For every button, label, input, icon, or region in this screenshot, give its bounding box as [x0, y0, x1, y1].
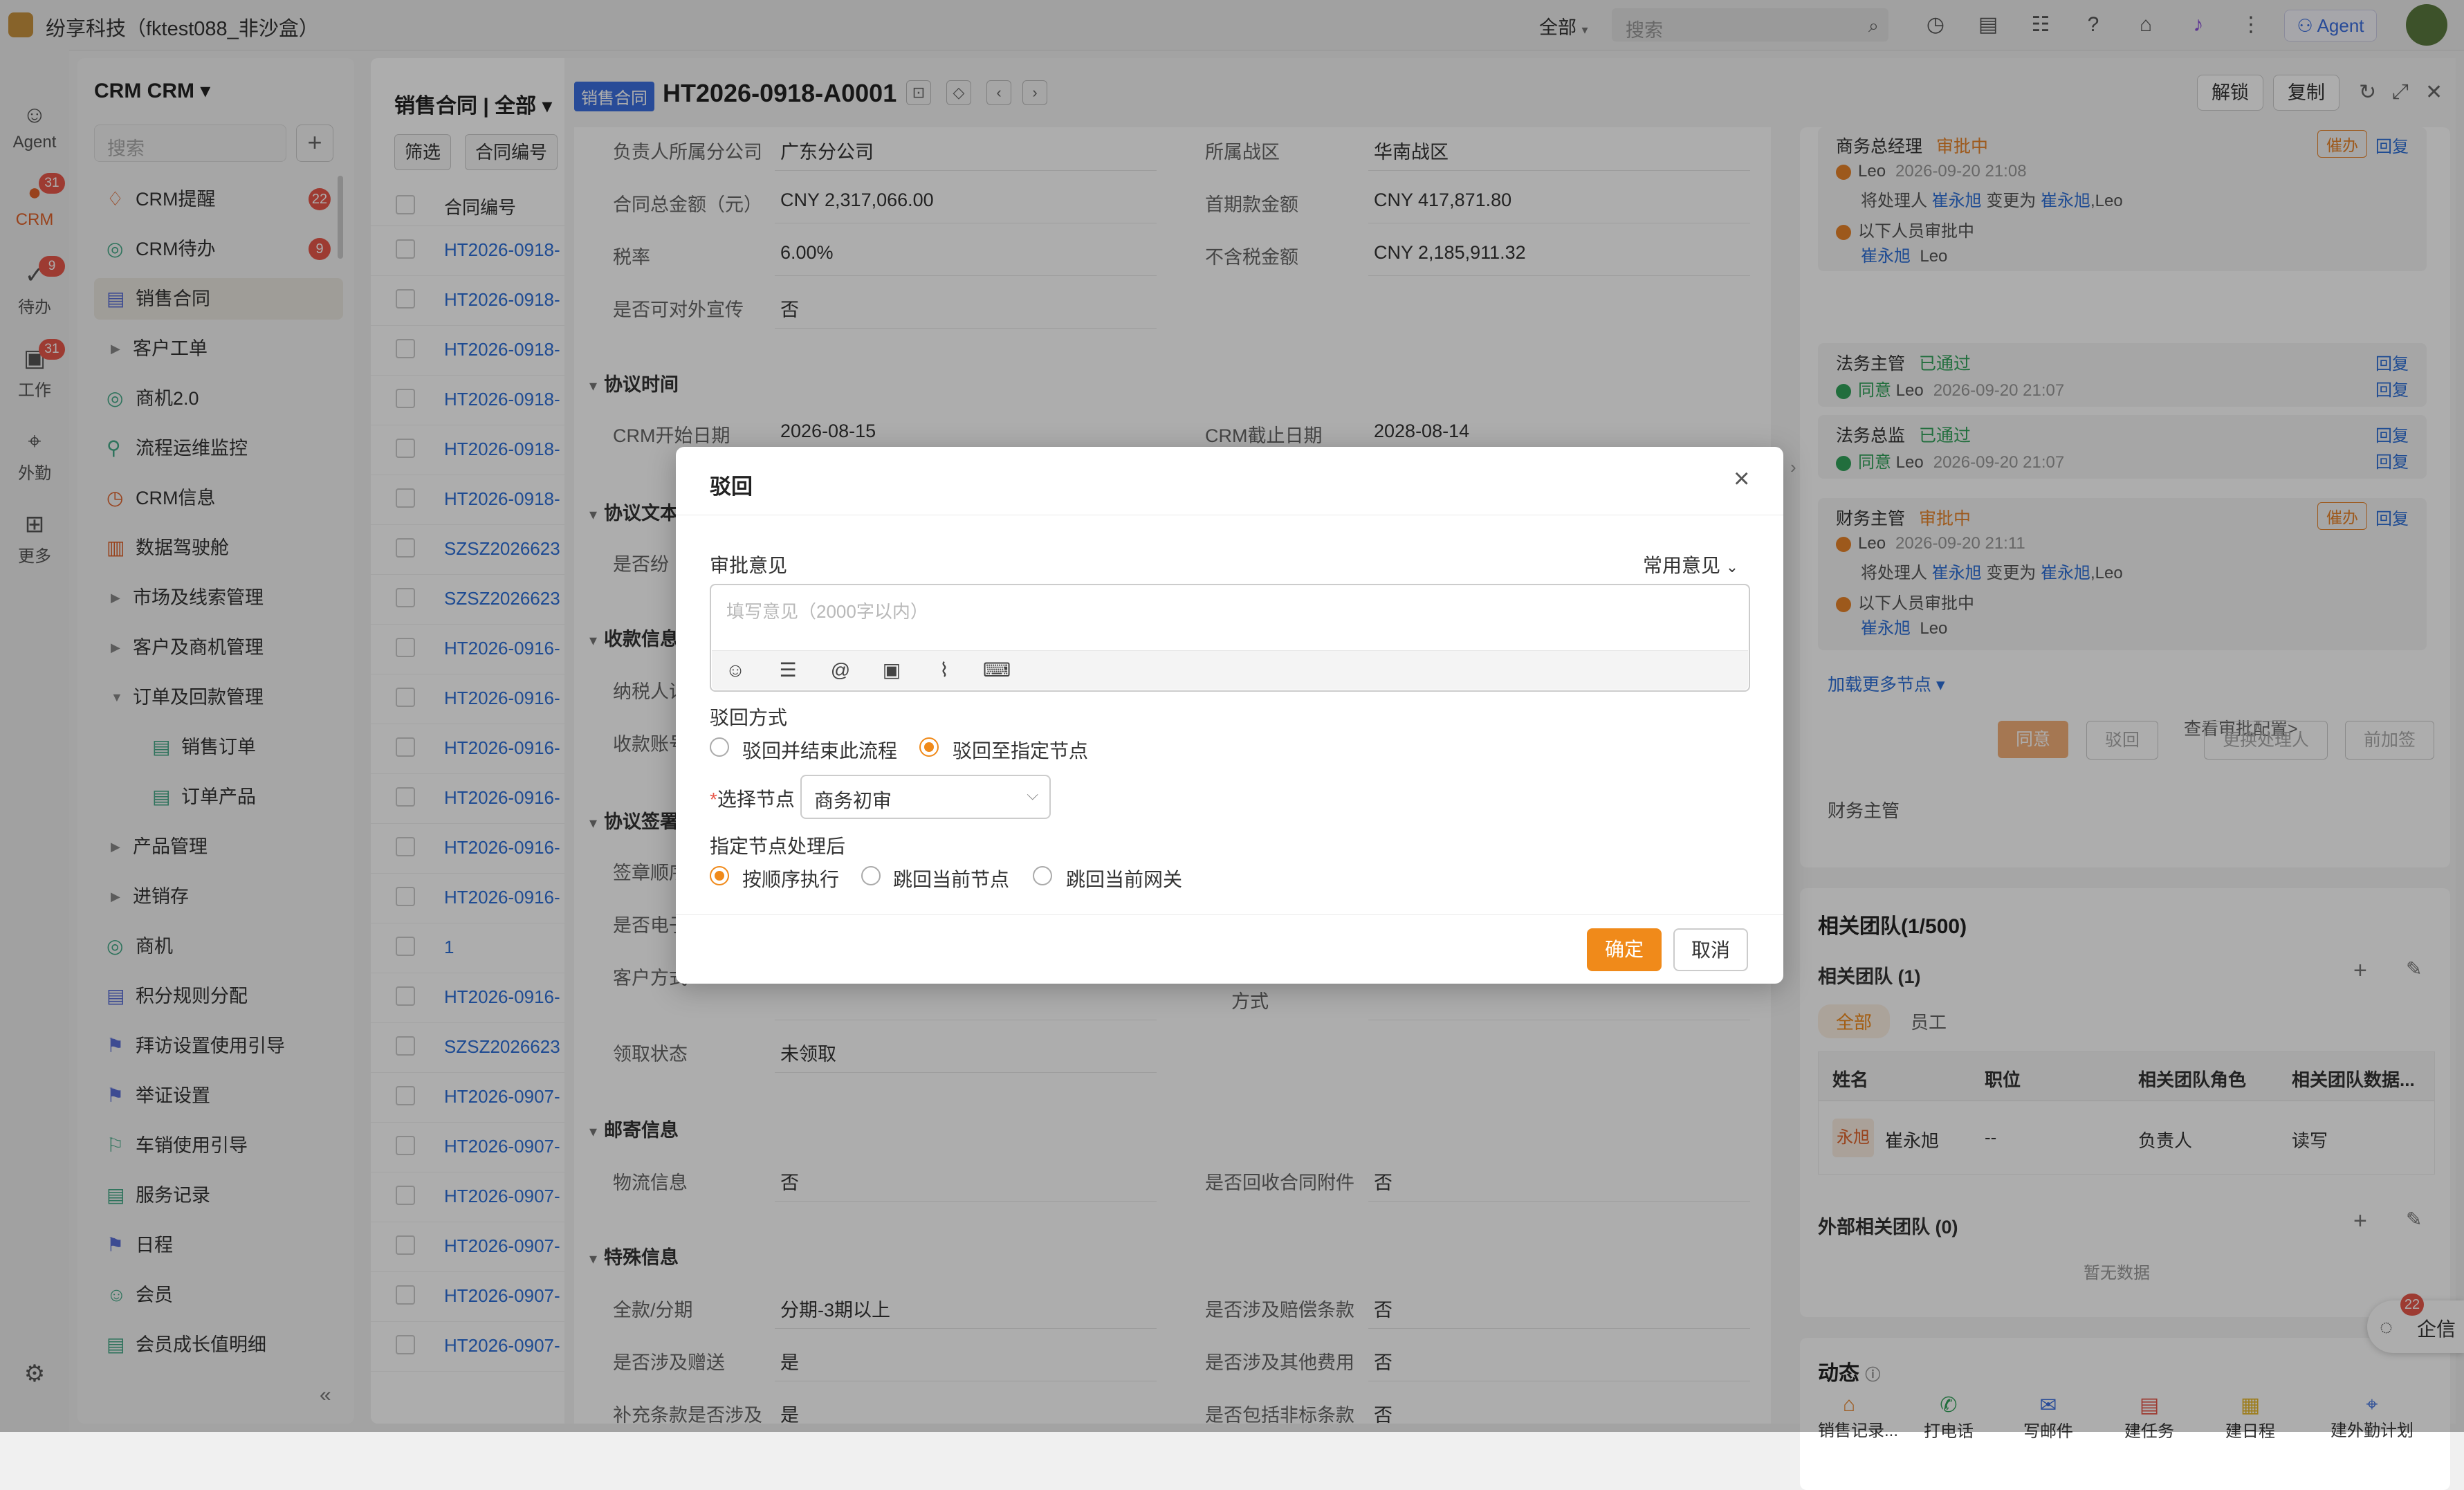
- radio-label[interactable]: 驳回并结束此流程: [742, 736, 897, 764]
- after-process-label: 指定节点处理后: [710, 836, 846, 857]
- opinion-textarea[interactable]: 填写意见（2000字以内） ☺ ☰ @ ▣ ⌇ ⌨: [710, 584, 1750, 692]
- editor-toolbar: ☺ ☰ @ ▣ ⌇ ⌨: [712, 650, 1748, 690]
- reject-dialog: 驳回 × 审批意见 常用意见 ⌄ 填写意见（2000字以内） ☺ ☰ @ ▣ ⌇…: [676, 447, 1783, 984]
- confirm-button[interactable]: 确定: [1587, 928, 1662, 971]
- select-node-label: *选择节点: [710, 789, 795, 810]
- radio-specified-node[interactable]: [919, 737, 939, 757]
- common-opinion-dropdown[interactable]: 常用意见 ⌄: [1643, 551, 1738, 578]
- attachment-icon[interactable]: ⌇: [932, 658, 957, 683]
- node-select[interactable]: 商务初审 ⌵: [800, 775, 1051, 819]
- keyboard-icon[interactable]: ⌨: [983, 658, 1011, 683]
- opinion-placeholder: 填写意见（2000字以内）: [726, 601, 928, 622]
- radio-label[interactable]: 跳回当前网关: [1066, 865, 1182, 892]
- mention-icon[interactable]: @: [828, 658, 853, 683]
- selected-node: 商务初审: [814, 790, 892, 811]
- dialog-title: 驳回: [710, 475, 753, 499]
- radio-label[interactable]: 按顺序执行: [742, 865, 839, 892]
- reject-method-label: 驳回方式: [710, 707, 788, 728]
- close-icon[interactable]: ×: [1734, 465, 1749, 493]
- radio-end-flow[interactable]: [710, 737, 729, 757]
- radio-label[interactable]: 跳回当前节点: [893, 865, 1009, 892]
- list-icon[interactable]: ☰: [775, 658, 800, 683]
- opinion-label: 审批意见: [710, 555, 788, 576]
- radio-label[interactable]: 驳回至指定节点: [953, 736, 1088, 764]
- chevron-down-icon: ⌄: [1725, 558, 1739, 576]
- emoji-icon[interactable]: ☺: [723, 658, 748, 683]
- radio-jump-gateway[interactable]: [1033, 866, 1052, 885]
- cancel-button[interactable]: 取消: [1673, 928, 1748, 971]
- radio-jump-node[interactable]: [861, 866, 881, 885]
- chevron-down-icon: ⌵: [1027, 786, 1038, 803]
- radio-sequential[interactable]: [710, 866, 729, 885]
- divider: [676, 914, 1783, 915]
- image-icon[interactable]: ▣: [879, 658, 904, 683]
